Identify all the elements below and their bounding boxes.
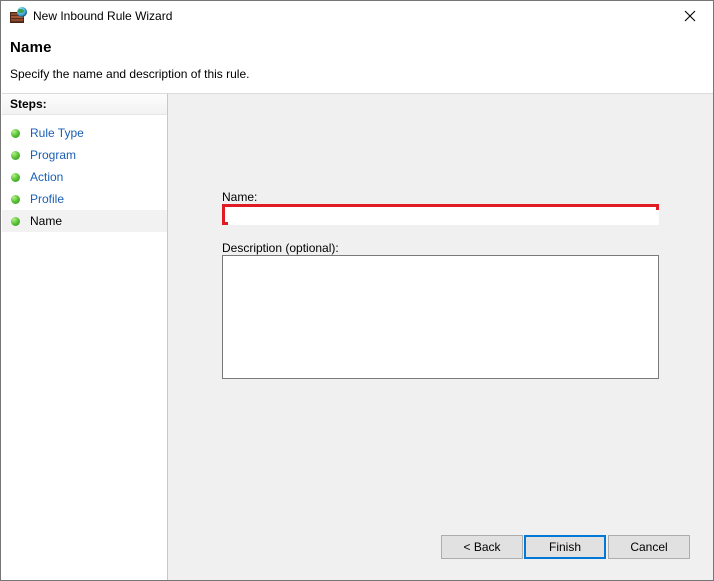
step-bullet-icon [11, 150, 20, 160]
step-bullet-icon [11, 194, 20, 204]
sidebar-item-profile[interactable]: Profile [2, 188, 167, 210]
sidebar-item-label: Rule Type [30, 126, 84, 140]
steps-header-label: Steps: [10, 97, 47, 111]
page-subtitle: Specify the name and description of this… [10, 67, 250, 81]
finish-button[interactable]: Finish [524, 535, 606, 559]
sidebar-item-program[interactable]: Program [2, 144, 167, 166]
steps-header: Steps: [2, 94, 167, 115]
description-field-label: Description (optional): [222, 241, 339, 255]
steps-sidebar: Steps: Rule Type Program Action Profile … [2, 93, 168, 580]
title-bar: New Inbound Rule Wizard [1, 1, 713, 30]
firewall-globe-icon [10, 6, 27, 24]
step-bullet-icon [11, 216, 20, 226]
name-field-highlight [222, 204, 659, 225]
page-title: Name [10, 39, 52, 56]
name-input[interactable] [228, 210, 659, 225]
window-title: New Inbound Rule Wizard [33, 8, 173, 23]
close-icon[interactable] [667, 1, 713, 30]
sidebar-item-label: Action [30, 170, 64, 184]
back-button[interactable]: < Back [441, 535, 523, 559]
description-input[interactable] [222, 255, 659, 379]
step-bullet-icon [11, 172, 20, 182]
sidebar-item-label: Profile [30, 192, 65, 206]
name-field-label: Name: [222, 190, 258, 204]
cancel-button[interactable]: Cancel [608, 535, 690, 559]
content-panel: Name: Description (optional): < Back Fin… [168, 93, 713, 580]
wizard-button-bar: < Back Finish Cancel [168, 535, 713, 580]
step-bullet-icon [11, 128, 20, 138]
sidebar-item-name[interactable]: Name [2, 210, 167, 232]
new-inbound-rule-wizard-window: New Inbound Rule Wizard Name Specify the… [0, 0, 714, 581]
sidebar-item-label: Name [30, 214, 63, 228]
wizard-header: Name Specify the name and description of… [2, 30, 713, 93]
sidebar-item-label: Program [30, 148, 77, 162]
sidebar-item-action[interactable]: Action [2, 166, 167, 188]
sidebar-item-rule-type[interactable]: Rule Type [2, 122, 167, 144]
